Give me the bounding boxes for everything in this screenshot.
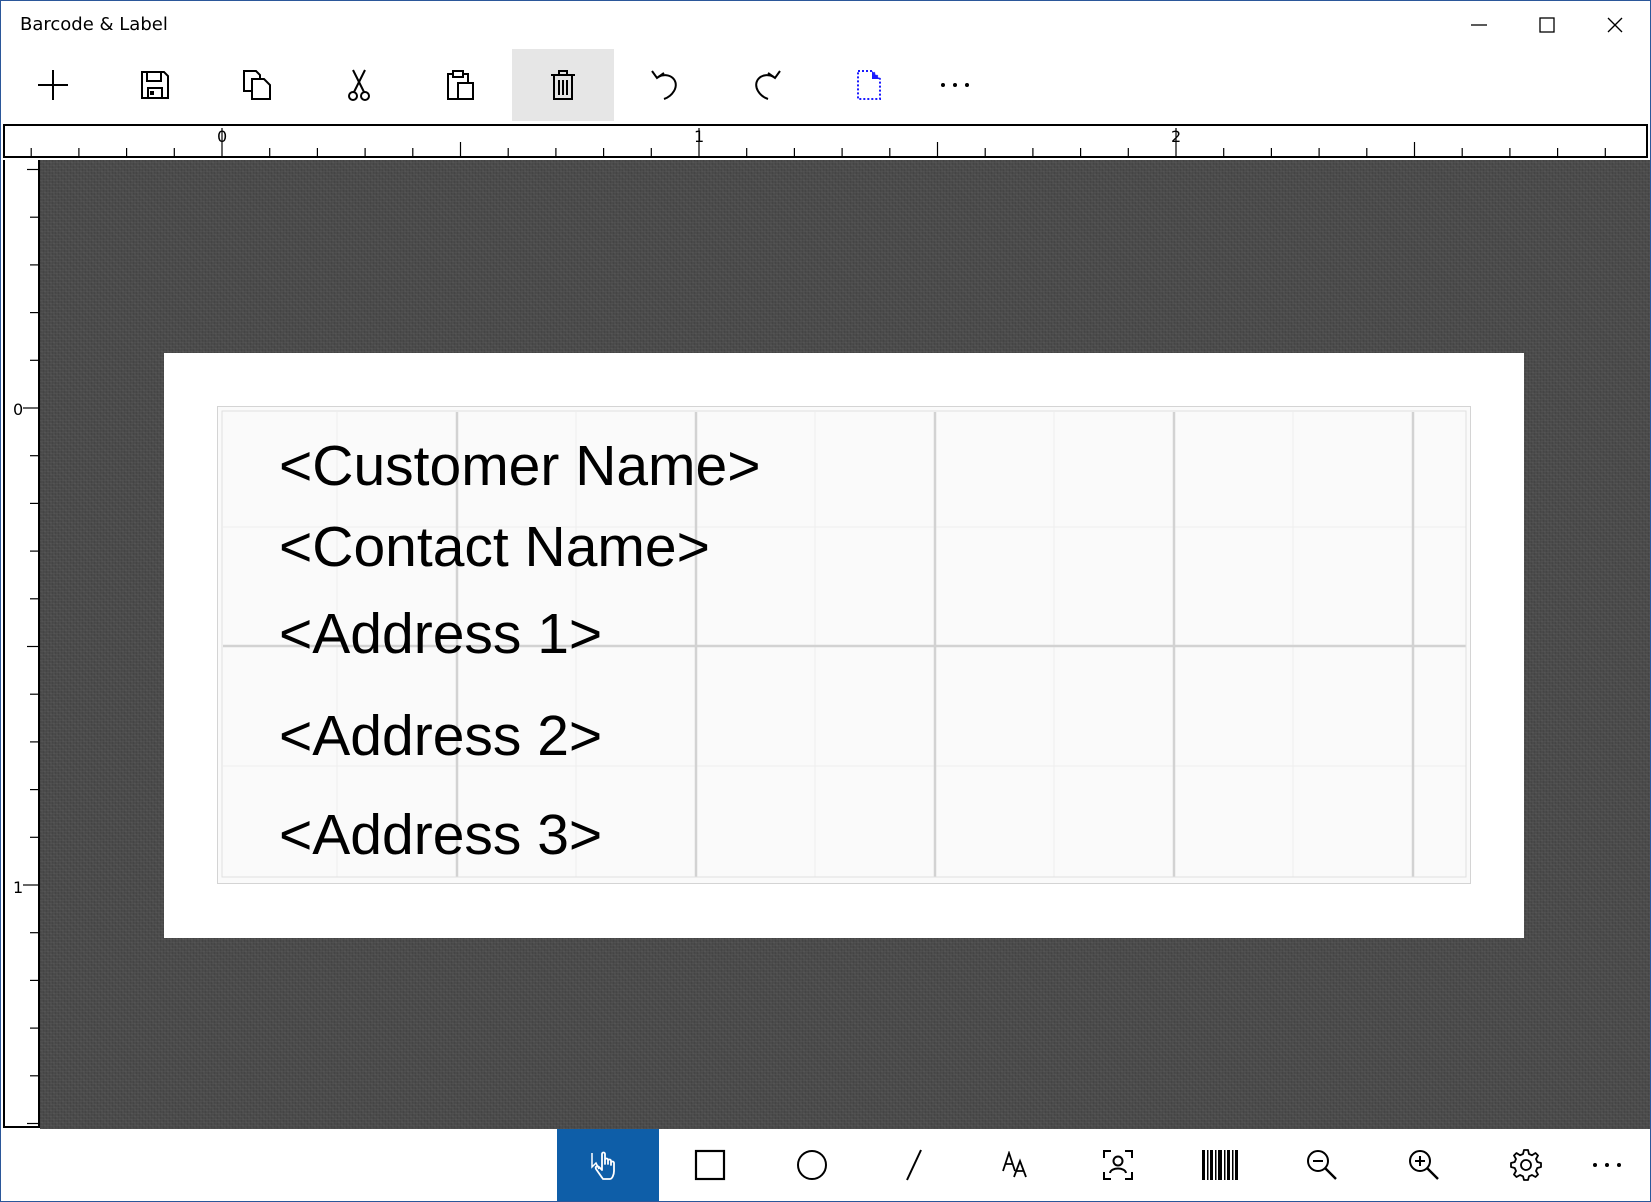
paste-icon [447,70,474,100]
field-address-3[interactable]: <Address 3> [279,807,602,864]
select-tool-button[interactable] [557,1129,659,1201]
bottom-toolbar [1,1129,1650,1201]
title-bar: Barcode & Label [1,1,1650,49]
hruler-label-1: 1 [694,127,705,146]
save-icon [141,71,169,99]
more-icon [941,83,969,87]
text-tool-button[interactable] [965,1129,1067,1201]
minimize-button[interactable] [1445,1,1513,49]
copy-icon [243,70,271,100]
settings-button[interactable] [1475,1129,1577,1201]
copy-button[interactable] [206,49,308,121]
zoom-out-icon [1307,1150,1337,1180]
new-button[interactable] [2,49,104,121]
horizontal-ruler: 0 1 2 [3,124,1648,158]
delete-button[interactable] [512,49,614,121]
minimize-icon [1471,24,1487,26]
vruler-label-0: 0 [13,400,24,419]
circle-icon [797,1150,827,1180]
app-title: Barcode & Label [20,14,168,35]
more-icon [1593,1163,1621,1167]
undo-icon [651,70,677,100]
maximize-icon [1539,17,1555,33]
horizontal-ruler-ticks [30,128,1606,156]
zoom-in-icon [1409,1150,1439,1180]
undo-button[interactable] [614,49,716,121]
zoom-out-button[interactable] [1271,1129,1373,1201]
toolbar-more-button[interactable] [904,49,1006,121]
main-toolbar [1,49,1650,123]
gear-icon [1510,1149,1542,1181]
vertical-ruler: 0 1 [3,160,40,1128]
close-button[interactable] [1581,1,1649,49]
app-window: Barcode & Label 0 1 2 0 1 <Customer Name… [0,0,1651,1202]
text-icon [1002,1151,1027,1178]
field-address-1[interactable]: <Address 1> [279,606,602,663]
barcode-icon [1202,1150,1238,1180]
image-placeholder-icon [1103,1150,1133,1180]
plus-icon [38,70,68,100]
field-address-2[interactable]: <Address 2> [279,708,602,765]
page-setup-icon [857,70,881,100]
bottom-more-button[interactable] [1564,1129,1650,1201]
field-customer-name[interactable]: <Customer Name> [279,438,761,495]
hruler-label-2: 2 [1171,127,1182,146]
zoom-in-button[interactable] [1373,1129,1475,1201]
image-tool-button[interactable] [1067,1129,1169,1201]
line-icon [906,1149,922,1181]
paste-button[interactable] [410,49,512,121]
hand-pointer-icon [591,1151,615,1180]
barcode-tool-button[interactable] [1169,1129,1271,1201]
scissors-icon [348,69,370,101]
rectangle-icon [694,1149,726,1181]
hruler-label-0: 0 [217,127,228,146]
close-icon [1607,17,1623,33]
maximize-button[interactable] [1513,1,1581,49]
vruler-label-1: 1 [13,878,24,897]
rectangle-tool-button[interactable] [659,1129,761,1201]
line-tool-button[interactable] [863,1129,965,1201]
redo-button[interactable] [716,49,818,121]
field-contact-name[interactable]: <Contact Name> [279,519,710,576]
trash-icon [551,70,575,100]
ellipse-tool-button[interactable] [761,1129,863,1201]
vertical-ruler-ticks [23,168,38,1125]
redo-icon [755,70,781,100]
cut-button[interactable] [308,49,410,121]
save-button[interactable] [104,49,206,121]
